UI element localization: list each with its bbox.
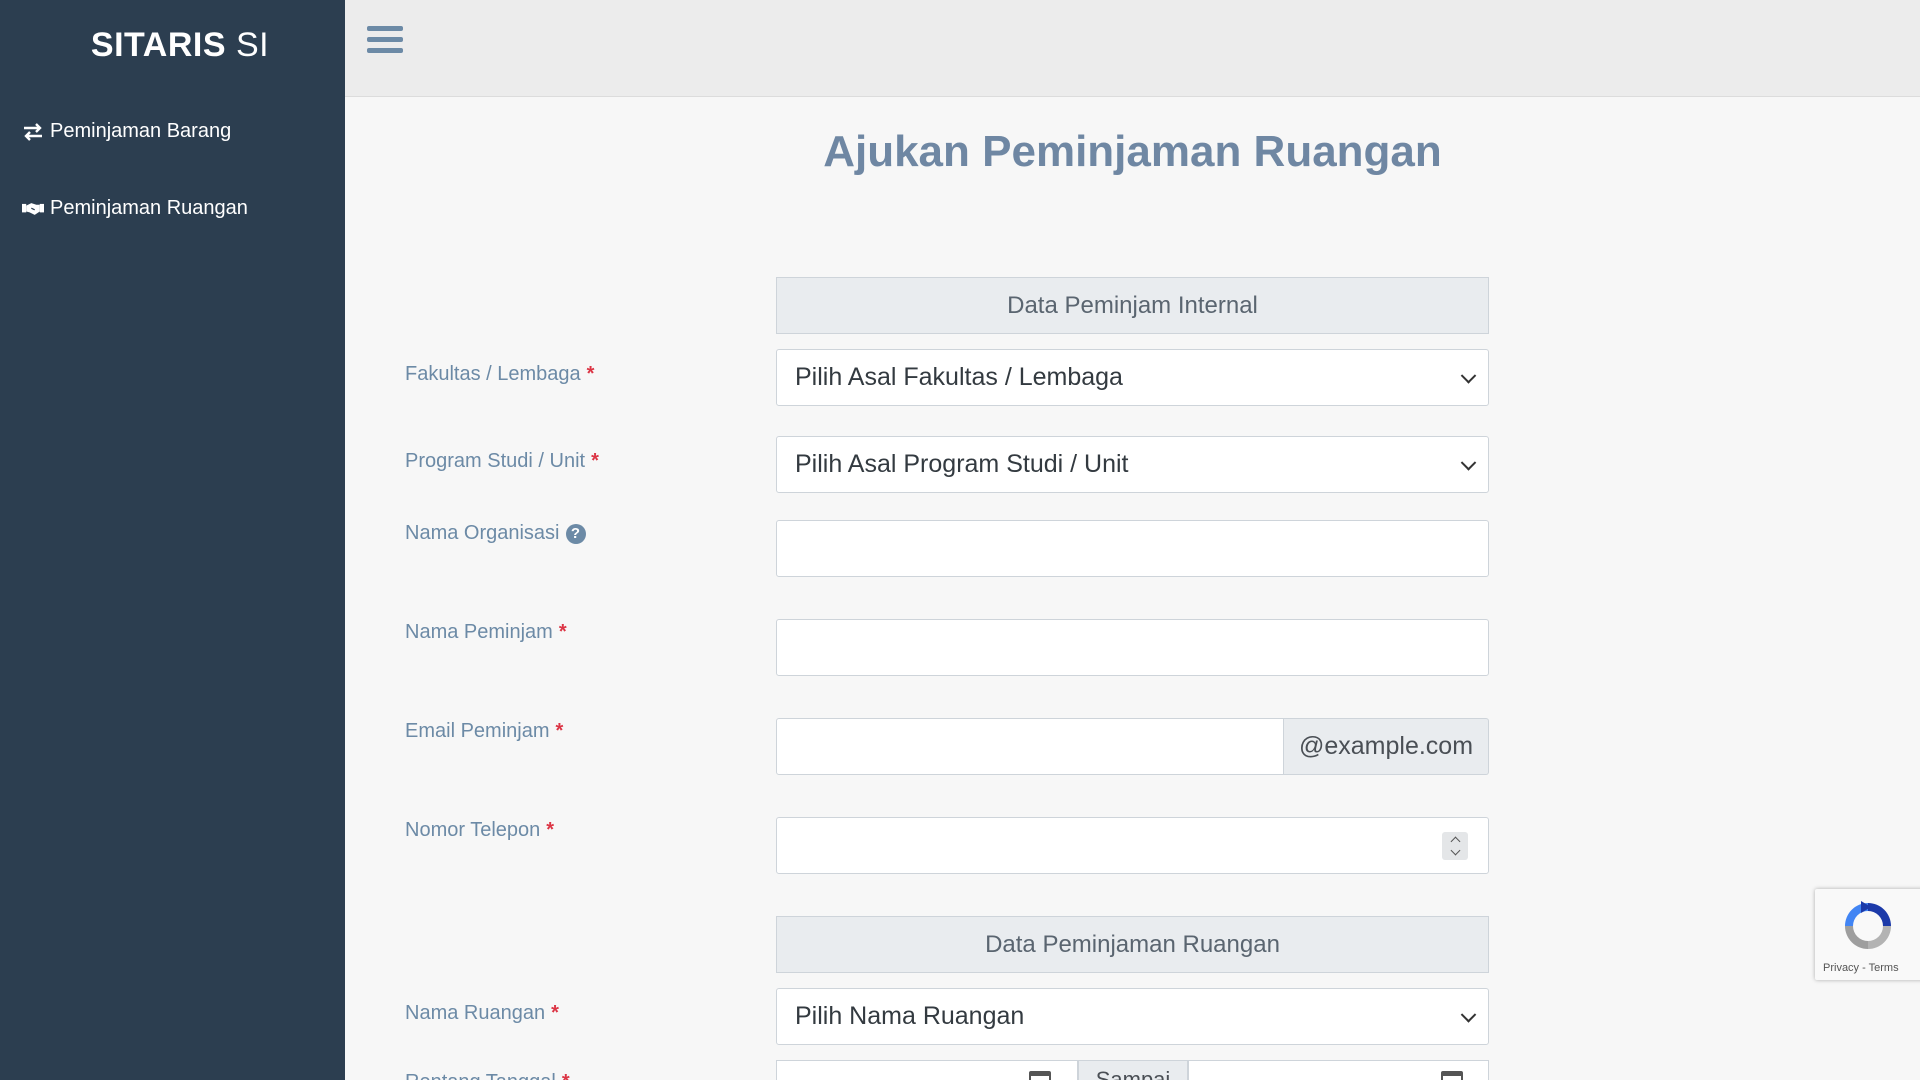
main-content: Ajukan Peminjaman Ruangan Data Peminjam … [345, 97, 1920, 1080]
fakultas-label: Fakultas / Lembaga * [405, 363, 594, 386]
email-domain-addon: @example.com [1284, 718, 1489, 775]
hamburger-menu-icon[interactable] [367, 26, 403, 58]
recaptcha-links[interactable]: Privacy - Terms [1823, 962, 1899, 974]
brand-logo[interactable]: SITARIS SI [0, 26, 360, 65]
nama-peminjam-input[interactable] [776, 619, 1489, 676]
prodi-select[interactable]: Pilih Asal Program Studi / Unit [776, 436, 1489, 493]
chevron-down-icon [1460, 367, 1477, 384]
number-spinner-icon[interactable] [1442, 832, 1468, 860]
recaptcha-badge[interactable]: Privacy - Terms [1815, 889, 1920, 980]
calendar-icon [1029, 1071, 1051, 1080]
required-marker: * [546, 819, 555, 841]
fakultas-select[interactable]: Pilih Asal Fakultas / Lembaga [776, 349, 1489, 406]
required-marker: * [551, 1002, 559, 1024]
question-circle-icon[interactable]: ? [565, 523, 586, 544]
email-label-text: Email Peminjam [405, 720, 550, 742]
ruangan-label-text: Nama Ruangan [405, 1002, 546, 1024]
required-marker: * [586, 363, 595, 385]
end-date-input[interactable] [1188, 1060, 1489, 1080]
sidebar: SITARIS SI Peminjaman Barang Peminjaman … [0, 0, 345, 1080]
prodi-label-text: Program Studi / Unit [405, 450, 586, 472]
calendar-icon [1441, 1071, 1463, 1080]
organisasi-label-text: Nama Organisasi [405, 522, 560, 544]
rentang-label-text: Rentang Tanggal [405, 1071, 556, 1080]
organisasi-label: Nama Organisasi ? [405, 522, 586, 545]
required-marker: * [591, 450, 599, 472]
chevron-down-icon [1460, 1006, 1477, 1023]
handshake-icon [22, 198, 44, 220]
required-marker: * [562, 1071, 570, 1080]
required-marker: * [555, 720, 564, 742]
peminjam-label-text: Nama Peminjam [405, 621, 553, 643]
ruangan-label: Nama Ruangan * [405, 1002, 559, 1025]
sidebar-item-peminjaman-ruangan[interactable]: Peminjaman Ruangan [22, 197, 248, 220]
section-header-internal: Data Peminjam Internal [776, 277, 1489, 334]
sampai-addon: Sampai [1078, 1060, 1188, 1080]
recaptcha-logo-icon [1839, 897, 1897, 960]
sidebar-item-label: Peminjaman Barang [50, 120, 232, 142]
brand-bold: SITARIS [90, 26, 227, 64]
ruangan-select-value: Pilih Nama Ruangan [795, 1002, 1025, 1030]
rentang-label: Rentang Tanggal * [405, 1071, 570, 1080]
peminjam-label: Nama Peminjam * [405, 621, 567, 644]
fakultas-label-text: Fakultas / Lembaga [405, 363, 581, 385]
page-title: Ajukan Peminjaman Ruangan [823, 127, 1442, 176]
ruangan-select[interactable]: Pilih Nama Ruangan [776, 988, 1489, 1045]
nomor-telepon-input[interactable] [776, 817, 1489, 874]
sidebar-item-label: Peminjaman Ruangan [50, 197, 248, 219]
email-input[interactable] [776, 718, 1284, 775]
section-header-ruangan: Data Peminjaman Ruangan [776, 916, 1489, 973]
required-marker: * [558, 621, 567, 643]
sidebar-item-peminjaman-barang[interactable]: Peminjaman Barang [22, 120, 231, 143]
organisasi-input[interactable] [776, 520, 1489, 577]
start-date-input[interactable] [776, 1060, 1078, 1080]
telepon-label-text: Nomor Telepon [405, 819, 541, 841]
telepon-label: Nomor Telepon * [405, 819, 554, 842]
fakultas-select-value: Pilih Asal Fakultas / Lembaga [795, 363, 1123, 391]
chevron-down-icon [1460, 454, 1477, 471]
email-label: Email Peminjam * [405, 720, 563, 743]
prodi-label: Program Studi / Unit * [405, 450, 599, 473]
brand-light: SI [235, 26, 270, 64]
prodi-select-value: Pilih Asal Program Studi / Unit [795, 450, 1129, 478]
top-navbar [345, 0, 1920, 97]
exchange-arrows-icon [22, 121, 44, 143]
